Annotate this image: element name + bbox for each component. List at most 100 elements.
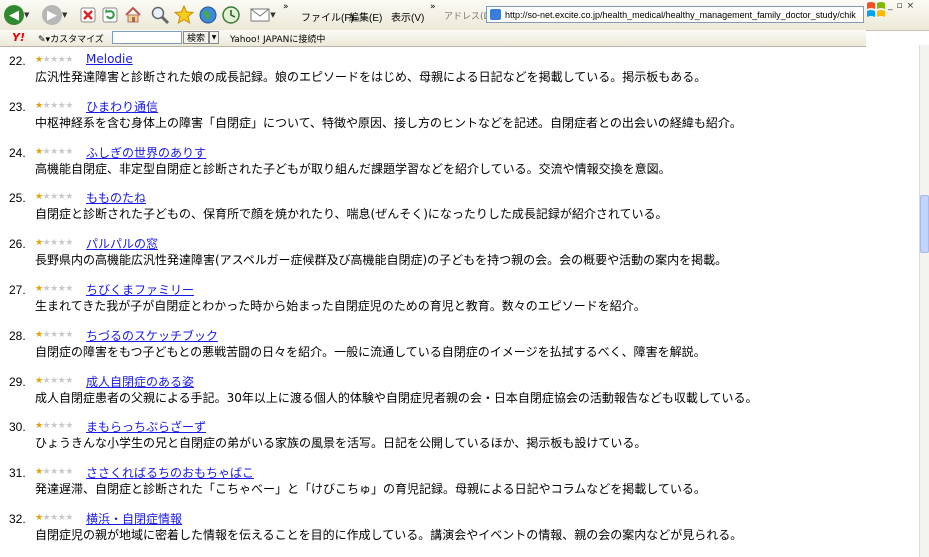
star-icon: ★ [35, 100, 43, 111]
stop-button[interactable] [80, 4, 96, 26]
item-number: 25. [9, 191, 26, 206]
menu-file[interactable]: ファイル(F) [301, 9, 354, 24]
star-icon: ★ [50, 375, 58, 386]
list-item: 32. ★★★★★ 横浜・自閉症情報 自閉症児の親が地域に密着した情報を伝えることを目… [0, 506, 918, 552]
item-title-link[interactable]: もものたね [86, 189, 146, 206]
yahoo-search-input[interactable] [112, 31, 182, 44]
item-number: 24. [9, 145, 26, 160]
rating-stars: ★★★★★ [35, 330, 73, 340]
star-icon: ★ [65, 329, 73, 340]
star-icon: ★ [50, 421, 58, 432]
yahoo-toolbar: Y! ✎▾カスタマイズ 検索 ▼ Yahoo! JAPANに接続中 [0, 30, 866, 47]
search-button[interactable] [150, 4, 170, 26]
item-description: 成人自閉症患者の父親による手記。30年以上に渡る個人的体験や自閉症児者親の会・日… [35, 390, 758, 405]
item-title-link[interactable]: ひまわり通信 [86, 98, 158, 115]
menu-view[interactable]: 表示(V) [391, 9, 424, 24]
star-icon: ★ [35, 238, 43, 249]
item-description: 高機能自閉症、非定型自閉症と診断された子どもが取り組んだ課題学習などを紹介してい… [35, 161, 671, 176]
favorites-star-icon [174, 5, 194, 25]
star-icon: ★ [50, 467, 58, 478]
item-number: 23. [9, 99, 26, 114]
rating-stars: ★★★★★ [35, 284, 73, 294]
star-icon: ★ [35, 467, 43, 478]
item-description: 発達遅滞、自閉症と診断された「こちゃべー」と「けびこちゅ」の育児記録。母親による… [35, 482, 706, 497]
item-title-link[interactable]: ふしぎの世界のありす [86, 144, 206, 161]
star-icon: ★ [35, 329, 43, 340]
mail-dropdown-icon[interactable]: ▼ [270, 11, 275, 19]
star-icon: ★ [50, 55, 58, 65]
star-icon: ★ [65, 467, 73, 478]
star-icon: ★ [65, 55, 73, 65]
rating-stars: ★★★★★ [35, 55, 73, 65]
favorites-button[interactable] [174, 4, 194, 26]
item-number: 30. [9, 420, 26, 435]
list-item: 23. ★★★★★ ひまわり通信 中枢神経系を含む身体上の障害「自閉症」について、特徴… [0, 94, 918, 140]
list-item: 25. ★★★★★ もものたね 自閉症と診断された子どもの、保育所で顔を焼かれたり、喘… [0, 185, 918, 231]
star-icon: ★ [65, 100, 73, 111]
item-title-link[interactable]: ちづるのスケッチブック [86, 327, 218, 344]
scrollbar-thumb[interactable] [920, 195, 929, 253]
item-description: 生まれてきた我が子が自閉症とわかった時から始まった自閉症児のための育児と教育。数… [35, 299, 646, 313]
rating-stars: ★★★★★ [35, 376, 73, 386]
magnifier-icon [151, 6, 170, 25]
item-description: 自閉症と診断された子どもの、保育所で顔を焼かれたり、喘息(ぜんそく)になったりし… [35, 207, 668, 222]
vertical-scrollbar[interactable] [919, 45, 929, 557]
yahoo-search-dropdown-icon[interactable]: ▼ [209, 31, 219, 44]
star-icon: ★ [35, 375, 43, 386]
refresh-button[interactable] [102, 4, 118, 26]
yahoo-search-button[interactable]: 検索 [183, 31, 209, 44]
item-title-link[interactable]: ちびくまファミリー [86, 281, 194, 298]
item-description: 広汎性発達障害と診断された娘の成長記録。娘のエピソードをはじめ、母親による日記な… [35, 70, 707, 84]
list-item: 22. ★★★★★ Melodie 広汎性発達障害と診断された娘の成長記録。娘のエピソ… [0, 48, 918, 94]
star-icon: ★ [65, 192, 73, 203]
list-item: 27. ★★★★★ ちびくまファミリー 生まれてきた我が子が自閉症とわかった時から始ま… [0, 277, 918, 323]
menu-edit[interactable]: 編集(E) [349, 9, 382, 24]
star-icon: ★ [35, 192, 43, 203]
mail-button[interactable]: ▼ [248, 4, 278, 26]
star-icon: ★ [65, 421, 73, 432]
toolbar-overflow-chevron-icon[interactable]: » [283, 2, 289, 12]
item-description: 中枢神経系を含む身体上の障害「自閉症」について、特徴や原因、接し方のヒントなどを… [35, 115, 742, 130]
yahoo-logo[interactable]: Y! [12, 31, 25, 44]
back-dropdown-icon[interactable]: ▼ [24, 11, 29, 19]
customize-label: カスタマイズ [50, 35, 104, 45]
rating-stars: ★★★★★ [35, 101, 73, 111]
star-icon: ★ [50, 192, 58, 203]
item-description: ひょうきんな小学生の兄と自閉症の弟がいる家族の風景を活写。日記を公開しているほか… [35, 436, 647, 451]
forward-arrow-icon: ▶ [42, 5, 62, 25]
star-icon: ★ [65, 146, 73, 157]
minimize-icon[interactable]: _ [888, 1, 897, 11]
menu-overflow-chevron-icon[interactable]: » [430, 2, 436, 12]
item-title-link[interactable]: まもらっちぷらざーず [86, 418, 206, 435]
media-button[interactable] [198, 4, 218, 26]
history-button[interactable] [221, 4, 241, 26]
star-icon: ★ [50, 146, 58, 157]
customize-button[interactable]: ✎▾カスタマイズ [38, 32, 104, 45]
item-title-link[interactable]: パルパルの窓 [86, 235, 158, 252]
item-number: 28. [9, 328, 26, 343]
star-icon: ★ [35, 421, 43, 432]
item-title-link[interactable]: ささくればるちのおもちゃばこ [86, 464, 254, 481]
item-title-link[interactable]: 成人自閉症のある姿 [86, 373, 194, 390]
forward-button[interactable]: ▶ ▼ [42, 4, 67, 26]
address-url[interactable]: http://so-net.excite.co.jp/health_medica… [505, 10, 856, 20]
back-button[interactable]: ◀ ▼ [4, 4, 29, 26]
item-description: 自閉症の障害をもつ子どもとの悪戦苦闘の日々を紹介。一般に流通している自閉症のイメ… [35, 344, 706, 359]
list-item: 30. ★★★★★ まもらっちぷらざーず ひょうきんな小学生の兄と自閉症の弟がいる家族… [0, 414, 918, 460]
page-icon [490, 9, 501, 20]
home-button[interactable] [124, 4, 142, 26]
list-item: 28. ★★★★★ ちづるのスケッチブック 自閉症の障害をもつ子どもとの悪戦苦闘の日々… [0, 323, 918, 369]
star-icon: ★ [50, 329, 58, 340]
item-title-link[interactable]: Melodie [86, 52, 133, 66]
list-item: 31. ★★★★★ ささくればるちのおもちゃばこ 発達遅滞、自閉症と診断された「こちゃ… [0, 460, 918, 506]
item-number: 26. [9, 237, 26, 252]
star-icon: ★ [35, 146, 43, 157]
star-icon: ★ [50, 284, 58, 294]
address-bar[interactable]: http://so-net.excite.co.jp/health_medica… [486, 6, 864, 23]
rating-stars: ★★★★★ [35, 467, 73, 477]
forward-dropdown-icon[interactable]: ▼ [62, 11, 67, 19]
restore-icon[interactable]: ▫ [897, 1, 907, 11]
close-icon[interactable]: × [907, 1, 919, 11]
item-title-link[interactable]: 横浜・自閉症情報 [86, 510, 182, 527]
star-icon: ★ [35, 513, 43, 523]
